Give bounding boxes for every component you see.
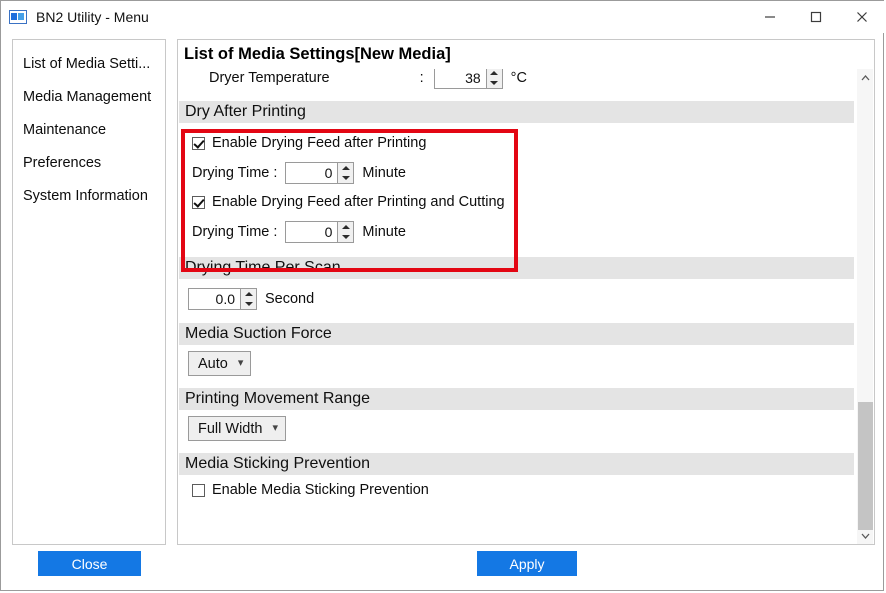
page-title: List of Media Settings[New Media] [184, 45, 451, 63]
application-window: BN2 Utility - Menu List of Media Setti..… [0, 0, 885, 591]
drying-time-stepper-2[interactable]: 0 [285, 221, 355, 243]
drying-time-value-1[interactable]: 0 [285, 162, 338, 184]
drying-time-per-scan-value[interactable]: 0.0 [188, 288, 240, 310]
stepper-up-icon[interactable] [338, 163, 353, 173]
dryer-temperature-stepper[interactable]: 38 [433, 69, 503, 89]
window-title: BN2 Utility - Menu [36, 9, 149, 25]
title-bar: BN2 Utility - Menu [1, 1, 885, 33]
section-header-drying-time-per-scan: Drying Time Per Scan [179, 257, 854, 279]
enable-media-sticking-prevention-row[interactable]: Enable Media Sticking Prevention [192, 479, 854, 501]
minimize-icon[interactable] [747, 1, 793, 33]
drying-time-label-2: Drying Time : [192, 224, 278, 240]
drying-time-per-scan-stepper-buttons[interactable] [240, 288, 257, 310]
bn2-app-icon [9, 9, 27, 25]
enable-drying-feed-after-printing-checkbox[interactable] [192, 136, 205, 150]
apply-button[interactable]: Apply [477, 551, 577, 576]
sidebar-item-list-of-media-settings[interactable]: List of Media Setti... [13, 48, 165, 81]
section-header-media-sticking-prevention: Media Sticking Prevention [179, 453, 854, 475]
stepper-down-icon[interactable] [487, 78, 502, 88]
dryer-temperature-separator: : [419, 70, 424, 86]
stepper-down-icon[interactable] [338, 173, 353, 183]
window-controls [747, 1, 885, 33]
drying-time-unit-1: Minute [362, 165, 406, 181]
chevron-down-icon: ▾ [272, 422, 278, 434]
media-suction-force-select[interactable]: Auto ▾ [188, 351, 252, 376]
main-panel: List of Media Settings[New Media] Dryer … [177, 39, 875, 545]
drying-time-row-1: Drying Time : 0 Minute [192, 158, 854, 188]
scrollbar-thumb[interactable] [858, 402, 873, 530]
vertical-scrollbar[interactable] [856, 69, 873, 544]
stepper-up-icon[interactable] [487, 69, 502, 78]
stepper-down-icon[interactable] [241, 299, 256, 309]
chevron-up-icon[interactable] [857, 69, 874, 86]
drying-time-stepper-1[interactable]: 0 [285, 162, 355, 184]
settings-scroll-area: Dryer Temperature : 38 °C Dry After Prin… [179, 69, 873, 544]
enable-drying-feed-after-printing-label: Enable Drying Feed after Printing [212, 135, 427, 151]
dryer-temperature-unit: °C [510, 70, 527, 86]
settings-content: Dryer Temperature : 38 °C Dry After Prin… [179, 69, 854, 513]
section-body-media-sticking-prevention: Enable Media Sticking Prevention [179, 475, 854, 513]
sidebar-item-system-information[interactable]: System Information [13, 180, 165, 213]
enable-drying-feed-after-printing-and-cutting-row[interactable]: Enable Drying Feed after Printing and Cu… [192, 190, 854, 214]
enable-media-sticking-prevention-checkbox[interactable] [192, 483, 205, 497]
drying-time-label-1: Drying Time : [192, 165, 278, 181]
drying-time-stepper-1-buttons[interactable] [337, 162, 355, 184]
chevron-down-icon[interactable] [857, 527, 874, 544]
section-body-dry-after-printing: Enable Drying Feed after Printing Drying… [179, 123, 854, 257]
chevron-down-icon: ▾ [237, 357, 244, 369]
media-suction-force-value: Auto [198, 355, 228, 372]
section-header-dry-after-printing: Dry After Printing [179, 101, 854, 123]
enable-media-sticking-prevention-label: Enable Media Sticking Prevention [212, 482, 429, 498]
dryer-temperature-label: Dryer Temperature [209, 70, 330, 86]
stepper-down-icon[interactable] [338, 232, 353, 242]
printing-movement-range-select[interactable]: Full Width ▾ [188, 416, 286, 441]
section-body-drying-time-per-scan: 0.0 Second [179, 279, 854, 323]
dryer-temperature-row: Dryer Temperature : 38 °C [179, 69, 854, 93]
sidebar-item-preferences[interactable]: Preferences [13, 147, 165, 180]
stepper-up-icon[interactable] [241, 289, 256, 299]
stepper-up-icon[interactable] [338, 222, 353, 232]
dryer-temperature-value[interactable]: 38 [433, 69, 486, 89]
sidebar-nav: List of Media Setti... Media Management … [12, 39, 166, 545]
section-header-printing-movement-range: Printing Movement Range [179, 388, 854, 410]
enable-drying-feed-after-printing-and-cutting-checkbox[interactable] [192, 195, 205, 209]
drying-time-value-2[interactable]: 0 [285, 221, 338, 243]
maximize-icon[interactable] [793, 1, 839, 33]
section-header-media-suction-force: Media Suction Force [179, 323, 854, 345]
drying-time-per-scan-unit: Second [265, 291, 315, 307]
section-body-printing-movement-range: Full Width ▾ [179, 410, 854, 453]
close-icon[interactable] [839, 1, 885, 33]
close-button[interactable]: Close [38, 551, 141, 576]
sidebar-item-media-management[interactable]: Media Management [13, 81, 165, 114]
drying-time-stepper-2-buttons[interactable] [337, 221, 355, 243]
sidebar-item-maintenance[interactable]: Maintenance [13, 114, 165, 147]
drying-time-row-2: Drying Time : 0 Minute [192, 217, 854, 247]
enable-drying-feed-after-printing-and-cutting-label: Enable Drying Feed after Printing and Cu… [212, 194, 505, 210]
section-body-media-suction-force: Auto ▾ [179, 345, 854, 388]
drying-time-per-scan-stepper[interactable]: 0.0 [188, 288, 257, 310]
drying-time-unit-2: Minute [362, 224, 406, 240]
enable-drying-feed-after-printing-row[interactable]: Enable Drying Feed after Printing [192, 131, 854, 155]
drying-time-per-scan-row: 0.0 Second [188, 285, 854, 313]
dryer-temperature-stepper-buttons[interactable] [485, 69, 503, 89]
printing-movement-range-value: Full Width [198, 420, 263, 437]
